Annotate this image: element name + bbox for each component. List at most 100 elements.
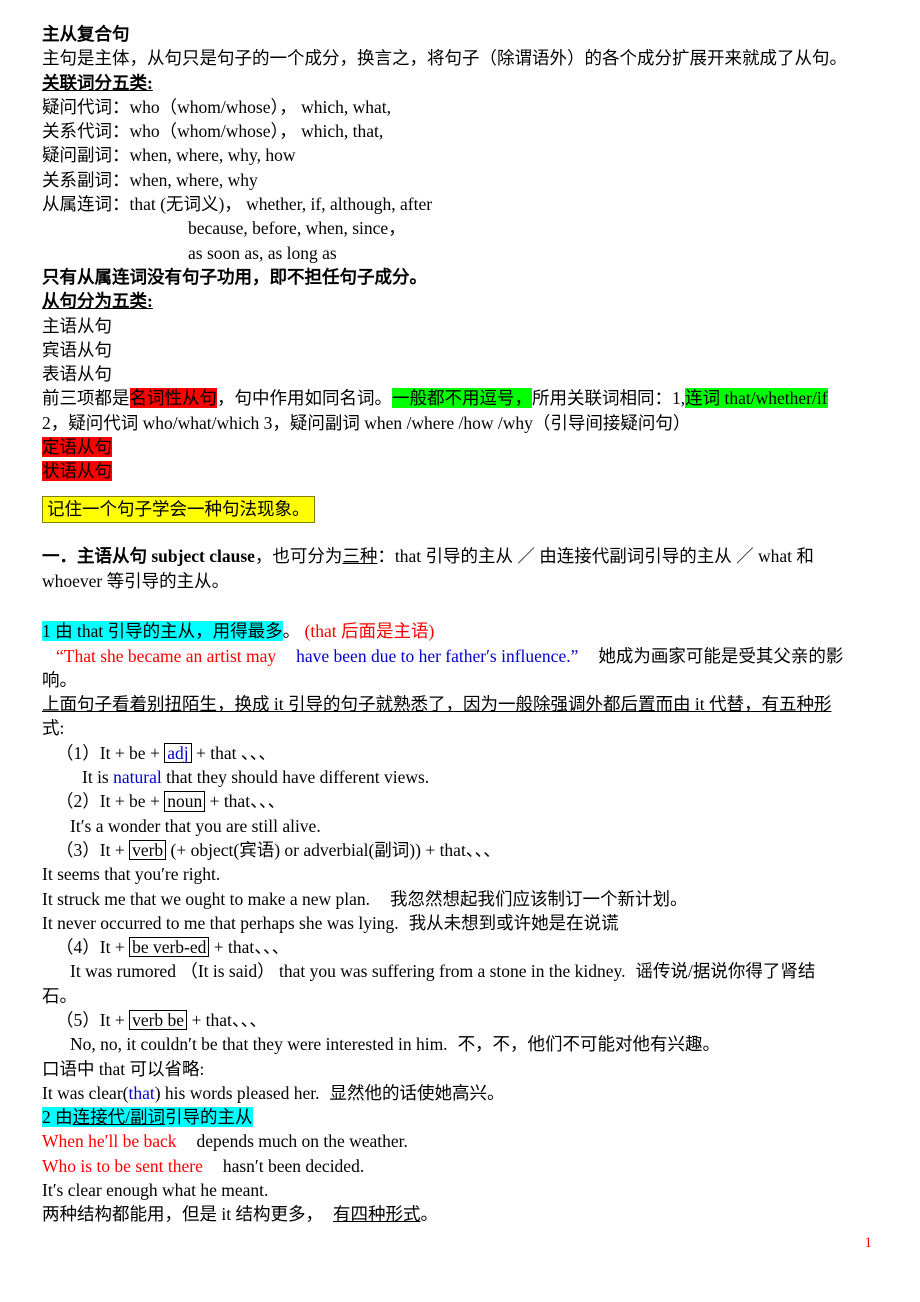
example-translation: 她成为画家可能是受其父亲的影	[598, 645, 844, 666]
conjunction-label: 疑问副词：	[42, 145, 130, 166]
conjunction-continued-2: as soon as, as long as	[188, 242, 337, 263]
pattern-line: （3）It + verb (+ object(宾语) or adverbial(…	[42, 838, 890, 862]
conjunction-row: 疑问代词：who（whom/whose）， which, what,	[42, 95, 890, 119]
conjunction-value: that (无词义)， whether, if, although, after	[129, 194, 433, 215]
clause-summary-line-1: 前三项都是名词性从句，句中作用如同名词。一般都不用逗号，所用关联词相同：1,连词…	[42, 386, 890, 410]
conjunction-value: who（whom/whose）， which, that,	[129, 121, 384, 142]
pattern-tail: + that、、、	[209, 791, 286, 812]
section-one-underlined: 三种	[342, 545, 378, 566]
sub1-explanation-cont: 式:	[42, 718, 65, 739]
pattern-boxed-term: verb	[129, 839, 167, 861]
example-cn: 不，不，他们不可能对他有兴趣。	[457, 1034, 721, 1055]
conjunction-label: 关系副词：	[42, 169, 130, 190]
pattern-boxed-term: adj	[164, 742, 192, 764]
sub1-paren-note: (that 后面是主语)	[304, 621, 435, 642]
clause-type-attributive: 定语从句	[42, 437, 112, 458]
summary-text-part-2: ，句中作用如同名词。	[217, 388, 392, 409]
sub2-heading-line: 2 由连接代/副词引导的主从	[42, 1105, 890, 1129]
clause-type-item: 主语从句	[42, 315, 112, 336]
memo-box: 记住一个句子学会一种句法现象。	[42, 495, 315, 523]
conjunction-value: when, where, why	[129, 169, 258, 190]
sub1-example-line: “That she became an artist may have been …	[42, 644, 890, 668]
closing-post: 。	[420, 1204, 438, 1225]
conjunction-note: 只有从属连词没有句子功用，即不担任句子成分。	[42, 266, 427, 287]
example-en: It never occurred to me that perhaps she…	[42, 912, 399, 933]
conjunction-section-heading: 关联词分五类:	[42, 72, 153, 93]
sub2-highlight: 2 由连接代/副词引导的主从	[42, 1107, 253, 1128]
clause-type-adverbial: 状语从句	[42, 461, 112, 482]
example-en: No, no, it couldn′t be that they were in…	[70, 1034, 448, 1055]
highlight-no-comma: 一般都不用逗号，	[392, 388, 532, 409]
page-number: 1	[864, 1235, 873, 1251]
pattern-example: It′s a wonder that you are still alive.	[70, 815, 321, 836]
omit-example-pre: It was clear(	[42, 1082, 129, 1103]
sub2-underlined: 连接代/副词	[72, 1107, 165, 1128]
clause-type-item: 表语从句	[42, 364, 112, 385]
omit-example-post: ) his words pleased her.	[154, 1082, 320, 1103]
sub1-heading-line: 1 由 that 引导的主从，用得最多。 (that 后面是主语)	[42, 619, 890, 643]
pattern-label: （1）It + be +	[56, 742, 160, 763]
clause-type-adverbial-wrapper: 状语从句	[42, 459, 890, 483]
conjunction-value: who（whom/whose）， which, what,	[129, 96, 392, 117]
pattern-example: It was rumored （It is said） that you was…	[42, 959, 890, 983]
sub1-example-translation-cont: 响。	[42, 669, 77, 690]
example-highlight-word: natural	[113, 767, 162, 788]
yellow-box-wrapper: 记住一个句子学会一种句法现象。	[42, 495, 890, 523]
example-cn: 我从未想到或许她是在说谎	[408, 912, 619, 933]
closing-pre: 两种结构都能用，但是 it 结构更多，	[42, 1204, 323, 1225]
section-one-number: 一．	[42, 545, 77, 566]
example-cn: 我忽然想起我们应该制订一个新计划。	[390, 888, 688, 909]
example-en: It was rumored （It is said） that you was…	[70, 961, 626, 982]
section-one-text-c: whoever 等引导的主从。	[42, 570, 230, 591]
example-subject-clause: That she became an artist may	[63, 645, 277, 666]
example-post: that they should have different views.	[161, 767, 430, 788]
conjunction-row: 关系代词：who（whom/whose）， which, that,	[42, 119, 890, 143]
conjunction-row: 关系副词：when, where, why	[42, 168, 890, 192]
conjunction-label: 从属连词：	[42, 194, 130, 215]
pattern-label: （4）It +	[56, 937, 125, 958]
explanation-underlined-head: 上面句子看着别扭陌生，换成 it 引导的句子就熟悉了，因为一般除强调外都后置而由…	[42, 694, 762, 715]
sub2-number: 2 由	[42, 1107, 73, 1128]
clause-summary-line-2: 2，疑问代词 who/what/which 3，疑问副词 when /where…	[42, 412, 691, 433]
section-one-text-b: ：that 引导的主从 ／ 由连接代副词引导的主从 ／ what 和	[377, 545, 814, 566]
pattern-line: （1）It + be + adj + that 、、、	[42, 741, 890, 765]
pattern-label: （5）It +	[56, 1009, 125, 1030]
conjunction-continued-1: because, before, when, since，	[188, 218, 406, 239]
pattern-example: It never occurred to me that perhaps she…	[42, 911, 890, 935]
highlight-conjunction-that: 连词 that/whether/if	[685, 388, 828, 409]
quote-open: “	[56, 645, 64, 666]
conjunction-row: 从属连词：that (无词义)， whether, if, although, …	[42, 192, 890, 216]
sub2-example: When he′ll be back depends much on the we…	[42, 1129, 890, 1153]
example-predicate: have been due to her father′s influence.…	[296, 645, 579, 666]
example-pre: It is	[82, 767, 114, 788]
closing-underlined: 有四种形式	[332, 1204, 421, 1225]
pattern-label: （2）It + be +	[56, 791, 160, 812]
pattern-line: （5）It + verb be + that、、、	[42, 1008, 890, 1032]
section-one-title: 主语从句 subject clause	[77, 545, 255, 566]
pattern-example-cont: 石。	[42, 985, 77, 1006]
summary-text-part-3: 所用关联词相同：1,	[532, 388, 686, 409]
pattern-line: （4）It + be verb-ed + that、、、	[42, 935, 890, 959]
example-en: It struck me that we ought to make a new…	[42, 888, 371, 909]
clause-type-attributive-wrapper: 定语从句	[42, 435, 890, 459]
pattern-example: It is natural that they should have diff…	[42, 765, 890, 789]
pattern-tail: (+ object(宾语) or adverbial(副词)) + that、、…	[170, 839, 501, 860]
pattern-boxed-term: noun	[164, 791, 206, 812]
pattern-example: It struck me that we ought to make a new…	[42, 887, 890, 911]
summary-text-part-1: 前三项都是	[42, 388, 130, 409]
pattern-example: It seems that you′re right.	[42, 864, 221, 885]
conjunction-label: 疑问代词：	[42, 96, 130, 117]
page-title: 主从复合句	[42, 24, 130, 44]
highlight-nominal-clause: 名词性从句	[129, 388, 217, 409]
pattern-tail: + that 、、、	[195, 742, 276, 763]
example-rest: hasn′t been decided.	[222, 1155, 365, 1176]
conjunction-value: when, where, why, how	[129, 145, 296, 166]
pattern-tail: + that、、、	[191, 1009, 267, 1030]
sub2-rest: 引导的主从	[165, 1107, 253, 1128]
sub1-after-highlight: 。	[282, 621, 301, 642]
pattern-line: （2）It + be + noun + that、、、	[42, 789, 890, 813]
explanation-underlined-tail: 有五种形	[761, 694, 832, 715]
intro-paragraph: 主句是主体，从句只是句子的一个成分，换言之，将句子（除谓语外）的各个成分扩展开来…	[42, 48, 847, 69]
example-clause: Who is to be sent there	[42, 1155, 203, 1176]
sub2-closing: 两种结构都能用，但是 it 结构更多， 有四种形式。	[42, 1202, 890, 1226]
